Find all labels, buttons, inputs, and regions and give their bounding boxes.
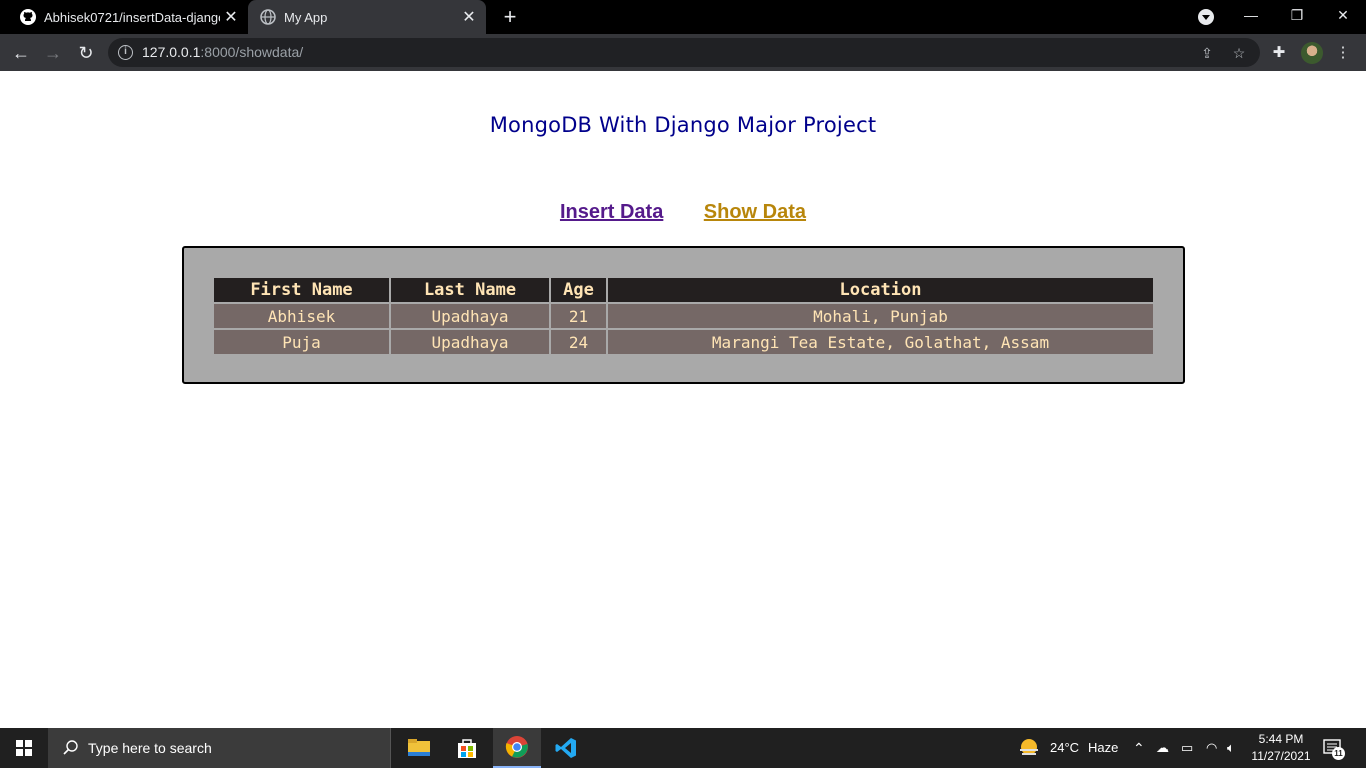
github-icon bbox=[20, 9, 36, 25]
tab-title: Abhisek0721/insertData-django: bbox=[44, 9, 220, 25]
forward-arrow-icon[interactable]: → bbox=[40, 40, 66, 66]
wifi-icon[interactable]: ◠ bbox=[1206, 728, 1217, 768]
notification-count-badge: 11 bbox=[1332, 747, 1345, 760]
battery-icon[interactable]: ▭ bbox=[1181, 728, 1193, 768]
page-nav-links: Insert Data Show Data bbox=[0, 201, 1366, 224]
weather-condition[interactable]: Haze bbox=[1088, 728, 1118, 768]
url-text[interactable]: 127.0.0.1:8000/showdata/ bbox=[142, 44, 303, 60]
data-table: First Name Last Name Age Location Abhise… bbox=[212, 276, 1155, 356]
globe-icon bbox=[260, 9, 276, 25]
action-center-button[interactable]: 11 bbox=[1322, 737, 1345, 760]
close-tab-icon[interactable]: ✕ bbox=[458, 7, 480, 27]
header-last-name: Last Name bbox=[391, 278, 549, 302]
back-arrow-icon[interactable]: ← bbox=[8, 40, 34, 66]
cell-last-name: Upadhaya bbox=[391, 330, 549, 354]
address-bar[interactable]: i 127.0.0.1:8000/showdata/ ⇪ ☆ bbox=[108, 38, 1260, 67]
insert-data-link[interactable]: Insert Data bbox=[560, 201, 663, 223]
windows-logo-icon bbox=[16, 740, 32, 756]
taskbar-search-box[interactable]: Type here to search bbox=[48, 728, 391, 768]
search-icon bbox=[63, 740, 78, 755]
header-age: Age bbox=[551, 278, 606, 302]
cell-age: 21 bbox=[551, 304, 606, 328]
new-tab-button[interactable]: + bbox=[498, 5, 522, 29]
tab-search-icon[interactable] bbox=[1198, 9, 1214, 25]
close-window-button[interactable]: ✕ bbox=[1320, 0, 1366, 34]
start-button[interactable] bbox=[0, 728, 48, 768]
bookmark-star-icon[interactable]: ☆ bbox=[1230, 44, 1248, 62]
clock-date: 11/27/2021 bbox=[1251, 749, 1311, 763]
search-placeholder: Type here to search bbox=[88, 740, 212, 756]
share-icon[interactable]: ⇪ bbox=[1198, 44, 1216, 62]
microsoft-store-app[interactable] bbox=[443, 728, 491, 768]
chrome-app[interactable] bbox=[493, 728, 541, 768]
header-location: Location bbox=[608, 278, 1153, 302]
page-title: MongoDB With Django Major Project bbox=[489, 113, 877, 137]
reload-icon[interactable]: ↻ bbox=[73, 40, 99, 66]
minimize-button[interactable]: — bbox=[1228, 0, 1274, 34]
tab-title: My App bbox=[284, 9, 328, 25]
cell-first-name: Puja bbox=[214, 330, 389, 354]
header-first-name: First Name bbox=[214, 278, 389, 302]
file-explorer-app[interactable] bbox=[395, 728, 443, 768]
system-clock[interactable]: 5:44 PM 11/27/2021 bbox=[1246, 731, 1316, 765]
weather-haze-icon bbox=[1020, 739, 1038, 755]
cell-location: Marangi Tea Estate, Golathat, Assam bbox=[608, 330, 1153, 354]
folder-icon bbox=[408, 739, 430, 756]
cell-age: 24 bbox=[551, 330, 606, 354]
show-data-link[interactable]: Show Data bbox=[704, 201, 806, 223]
clock-time: 5:44 PM bbox=[1258, 732, 1304, 746]
data-panel: First Name Last Name Age Location Abhise… bbox=[182, 246, 1185, 384]
store-bag-icon bbox=[458, 739, 476, 758]
cell-location: Mohali, Punjab bbox=[608, 304, 1153, 328]
browser-menu-icon[interactable]: ⋮ bbox=[1332, 42, 1354, 64]
weather-temp[interactable]: 24°C bbox=[1050, 728, 1079, 768]
cell-first-name: Abhisek bbox=[214, 304, 389, 328]
browser-toolbar: ← → ↻ i 127.0.0.1:8000/showdata/ ⇪ ☆ ✚ ⋮ bbox=[0, 34, 1366, 71]
cell-last-name: Upadhaya bbox=[391, 304, 549, 328]
speaker-icon[interactable]: 🔈︎ bbox=[1227, 728, 1235, 768]
windows-taskbar: Type here to search 24°C Haze ⌃ ☁ ▭ ◠ 🔈︎… bbox=[0, 728, 1366, 768]
extensions-puzzle-icon[interactable]: ✚ bbox=[1268, 42, 1290, 64]
profile-avatar[interactable] bbox=[1301, 42, 1323, 64]
browser-tab-strip: Abhisek0721/insertData-django: ✕ My App … bbox=[0, 0, 1366, 34]
page-content: MongoDB With Django Major Project Insert… bbox=[0, 71, 1366, 728]
close-tab-icon[interactable]: ✕ bbox=[220, 7, 242, 27]
tab-github[interactable]: Abhisek0721/insertData-django: ✕ bbox=[8, 0, 248, 34]
vscode-app[interactable] bbox=[542, 728, 590, 768]
show-hidden-icons-chevron-icon[interactable]: ⌃ bbox=[1133, 728, 1145, 768]
table-row: Puja Upadhaya 24 Marangi Tea Estate, Gol… bbox=[214, 330, 1153, 354]
table-row: Abhisek Upadhaya 21 Mohali, Punjab bbox=[214, 304, 1153, 328]
chrome-icon bbox=[505, 736, 528, 758]
cloud-sync-icon[interactable]: ☁ bbox=[1156, 728, 1169, 768]
site-info-icon[interactable]: i bbox=[118, 45, 133, 60]
tab-my-app[interactable]: My App ✕ bbox=[248, 0, 486, 34]
table-header-row: First Name Last Name Age Location bbox=[214, 278, 1153, 302]
vscode-icon bbox=[555, 738, 576, 758]
restore-button[interactable]: ❐ bbox=[1274, 0, 1320, 34]
